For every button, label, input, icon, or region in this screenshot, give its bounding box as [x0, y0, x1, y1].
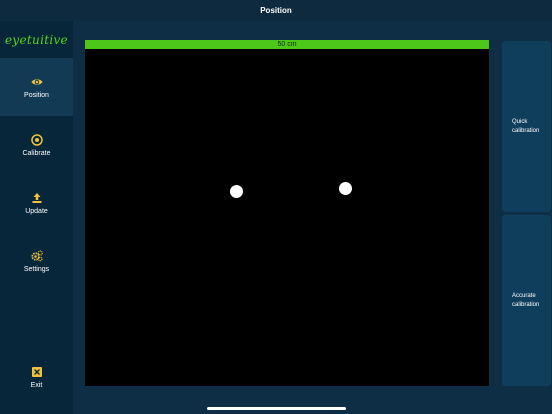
target-icon — [30, 133, 43, 146]
right-eye-marker — [339, 182, 352, 195]
page-title: Position — [260, 6, 292, 15]
sidebar-item-update[interactable]: Update — [0, 174, 73, 232]
upload-icon — [32, 192, 41, 203]
gears-icon — [30, 249, 43, 261]
sidebar-item-settings[interactable]: Settings — [0, 232, 73, 290]
sidebar-item-label: Exit — [30, 381, 43, 389]
sidebar-item-label: Settings — [23, 265, 50, 273]
sidebar-item-label: Position — [24, 91, 49, 99]
sidebar: eyetuitive Position Calibrate Update Set… — [0, 21, 73, 414]
title-bar: Position — [0, 0, 552, 21]
distance-label: 50 cm — [277, 41, 297, 48]
quick-calibration-label: Quick calibration — [512, 119, 540, 134]
eye-position-view — [85, 49, 489, 386]
sidebar-item-position[interactable]: Position — [0, 58, 73, 116]
sidebar-item-label: Update — [25, 207, 48, 215]
close-box-icon — [31, 366, 42, 377]
quick-calibration-button[interactable]: Quick calibration — [502, 41, 551, 212]
distance-indicator: 50 cm — [85, 40, 489, 49]
left-eye-marker — [230, 185, 243, 198]
home-indicator[interactable] — [207, 407, 346, 410]
accurate-calibration-label: Accurate calibration — [512, 293, 540, 308]
accurate-calibration-button[interactable]: Accurate calibration — [502, 215, 551, 386]
sidebar-item-label: Calibrate — [22, 149, 51, 157]
brand-logo: eyetuitive — [5, 32, 68, 47]
eye-icon — [31, 78, 42, 85]
sidebar-item-calibrate[interactable]: Calibrate — [0, 116, 73, 174]
sidebar-item-exit[interactable]: Exit — [0, 348, 73, 406]
